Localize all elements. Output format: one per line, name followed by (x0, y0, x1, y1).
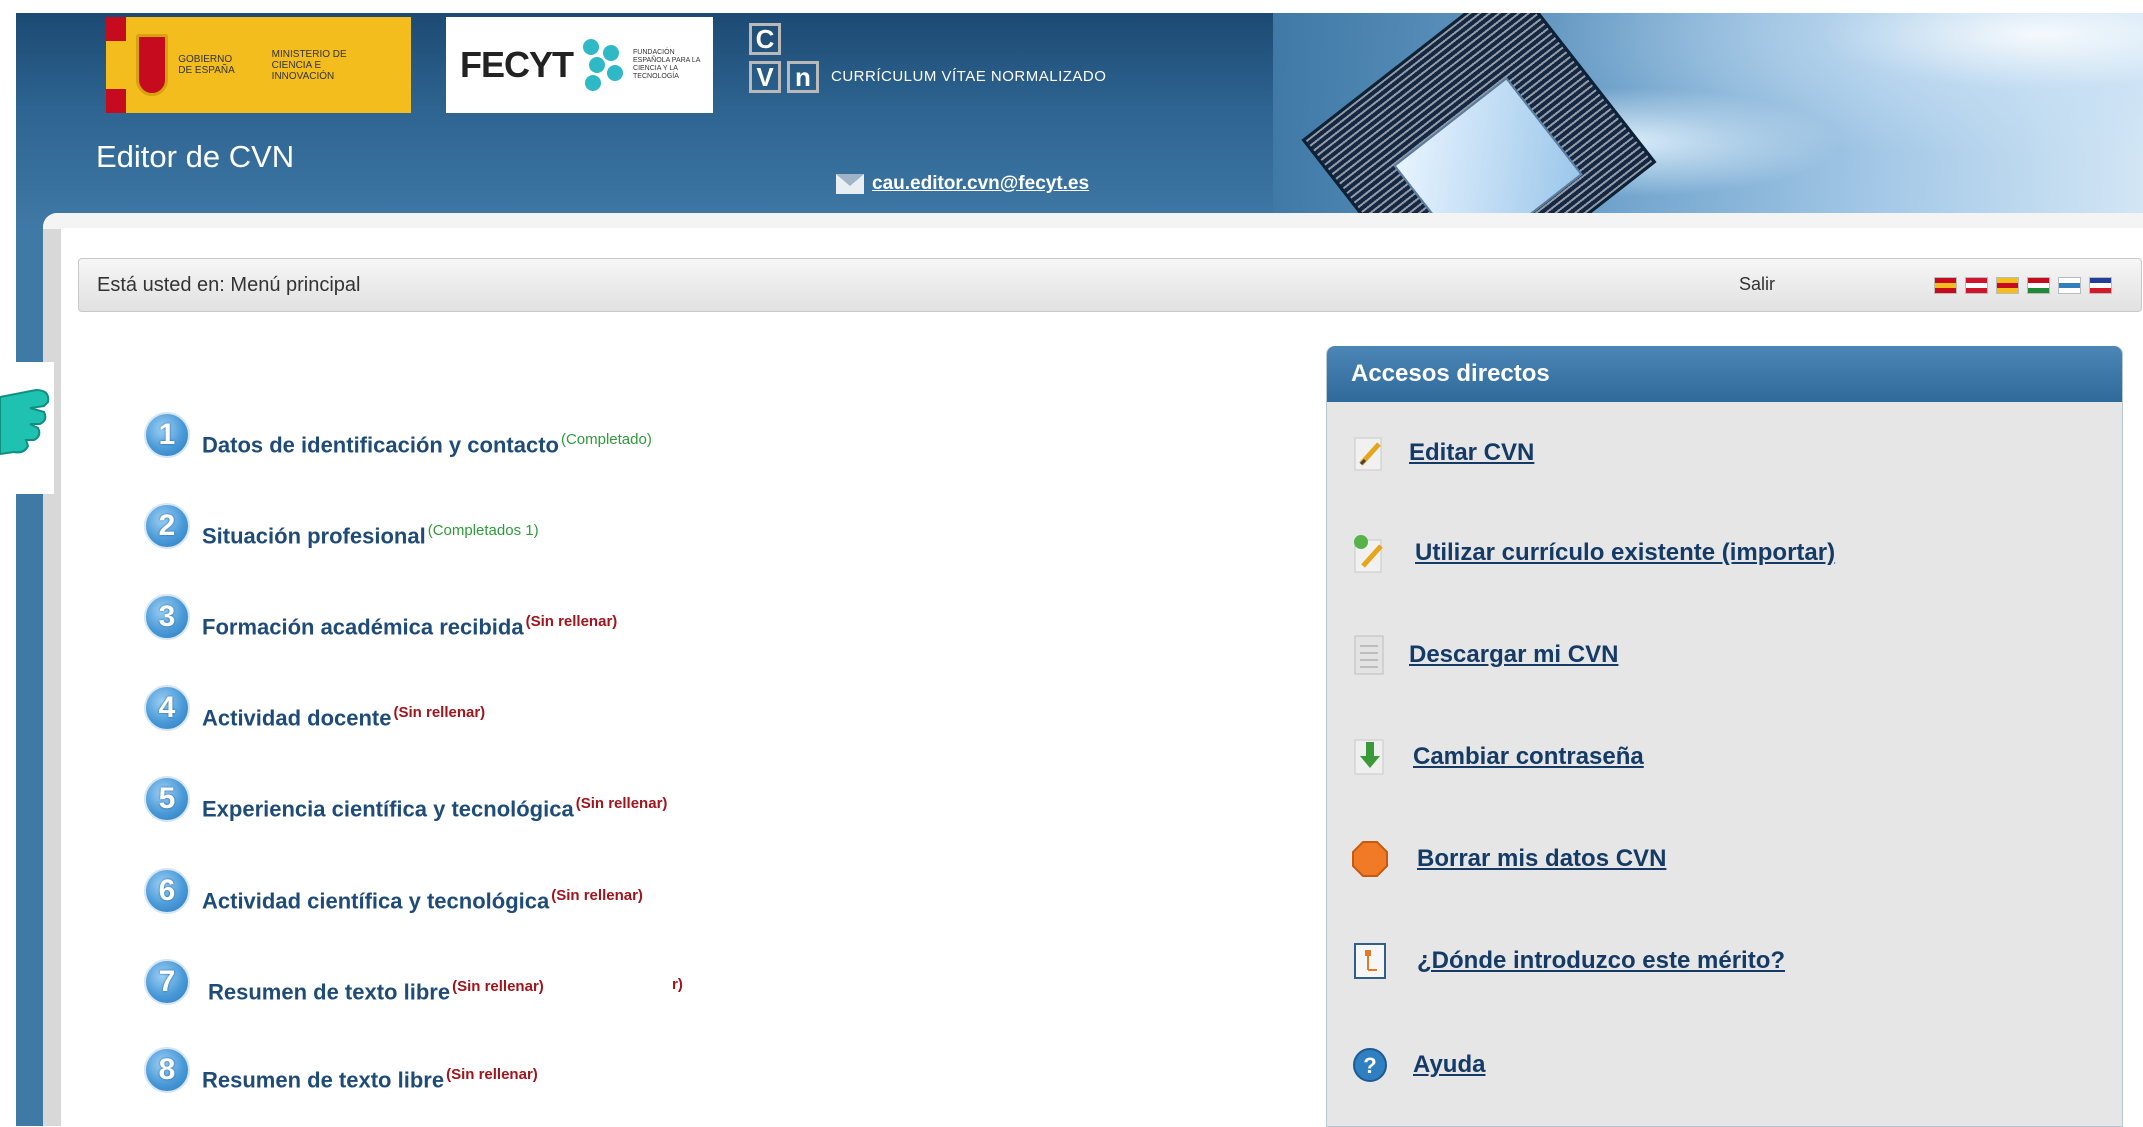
section-title[interactable]: Resumen de texto libre (208, 979, 450, 1004)
help-icon[interactable]: ? (1351, 1044, 1389, 1086)
section-title[interactable]: Actividad docente (202, 705, 391, 730)
shortcut-item[interactable]: Cambiar contraseña (1351, 736, 1644, 778)
svg-text:?: ? (1363, 1053, 1376, 1078)
shortcut-item[interactable]: ¿Dónde introduzco este mérito? (1351, 940, 1785, 982)
fecyt-wordmark: FECYT (460, 44, 574, 85)
section-label[interactable]: Resumen de texto libre (Sin rellenar) (202, 1066, 538, 1093)
shortcuts-panel: Accesos directos Editar CVN Utilizar curr… (1326, 346, 2123, 1127)
shortcut-item[interactable]: Descargar mi CVN (1351, 634, 1618, 676)
section-label[interactable]: Situación profesional (Completados 1) (202, 522, 539, 549)
es-flag-icon[interactable] (1934, 277, 1957, 294)
section-item-6[interactable]: 6 Actividad científica y tecnológica (Sin … (144, 868, 643, 914)
section-title[interactable]: Datos de identificación y contacto (202, 432, 559, 457)
government-logo: GOBIERNO DE ESPAÑA MINISTERIO DE CIENCIA… (106, 17, 411, 113)
shortcut-link[interactable]: Utilizar currículo existente (importar) (1415, 539, 1835, 567)
section-item-5[interactable]: 5 Experiencia científica y tecnológica (Si… (144, 776, 667, 822)
gl-flag-icon[interactable] (2058, 277, 2081, 294)
document-icon[interactable] (1351, 634, 1389, 676)
section-status-badge: (Sin rellenar) (393, 704, 486, 721)
breadcrumb-bar: Está usted en: Menú principal Salir (78, 258, 2142, 312)
shortcut-item[interactable]: Borrar mis datos CVN (1351, 838, 1666, 880)
section-label[interactable]: Actividad científica y tecnológica (Sin r… (202, 887, 643, 914)
section-item-2[interactable]: 2 Situación profesional (Completados 1) (144, 503, 539, 549)
shortcut-link[interactable]: Editar CVN (1409, 439, 1534, 467)
section-number-badge: 2 (144, 503, 190, 549)
section-title[interactable]: Formación académica recibida (202, 614, 524, 639)
section-status-badge: (Sin rellenar) (446, 1066, 538, 1083)
fecyt-subtitle: FUNDACIÓN ESPAÑOLA PARA LA CIENCIA Y LA … (633, 49, 701, 80)
spain-flag-stripe (106, 17, 126, 113)
section-number-badge: 3 (144, 594, 190, 640)
fecyt-dots-icon (579, 35, 627, 95)
download-arrow-icon[interactable] (1351, 736, 1389, 778)
cvn-letter-v: V (749, 61, 781, 93)
section-status-badge: (Sin rellenar) (452, 978, 544, 995)
content-rail (43, 213, 61, 1126)
cvn-letter-c: C (749, 23, 781, 55)
language-selector (1934, 277, 2112, 294)
breadcrumb: Está usted en: Menú principal (97, 274, 361, 296)
section-status-badge: (Completado) (560, 431, 652, 448)
section-title[interactable]: Resumen de texto libre (202, 1067, 444, 1092)
shortcut-link[interactable]: Cambiar contraseña (1413, 743, 1644, 771)
section-label[interactable]: Formación académica recibida (Sin rellena… (202, 613, 617, 640)
shortcut-item[interactable]: Editar CVN (1351, 432, 1534, 474)
section-title[interactable]: Actividad científica y tecnológica (202, 888, 549, 913)
section-item-8[interactable]: 8 Resumen de texto libre (Sin rellenar) (144, 1047, 538, 1093)
app-title: Editor de CVN (96, 139, 295, 174)
shortcut-item[interactable]: ? Ayuda (1351, 1044, 1485, 1086)
section-item-3[interactable]: 3 Formación académica recibida (Sin rellen… (144, 594, 617, 640)
section-number-badge: 8 (144, 1047, 190, 1093)
cvn-tagline: CURRÍCULUM VÍTAE NORMALIZADO (831, 68, 1107, 85)
fecyt-logo: FECYT FUNDACIÓN ESPAÑOLA PARA LA CIENCIA… (446, 17, 713, 113)
section-number-badge: 1 (144, 412, 190, 458)
shortcut-link[interactable]: ¿Dónde introduzco este mérito? (1417, 947, 1785, 975)
section-title[interactable]: Experiencia científica y tecnológica (202, 796, 574, 821)
gov-logo-text-2: MINISTERIO DE CIENCIA E INNOVACIÓN (271, 48, 347, 82)
shortcuts-title: Accesos directos (1327, 346, 2122, 402)
coat-of-arms-icon (135, 34, 169, 96)
content-top-edge (43, 213, 2143, 229)
section-status-badge: (Completados 1) (427, 522, 539, 539)
section-item-4[interactable]: 4 Actividad docente (Sin rellenar) (144, 685, 485, 731)
fr-flag-icon[interactable] (2089, 277, 2112, 294)
shortcut-link[interactable]: Descargar mi CVN (1409, 641, 1618, 669)
page-header: GOBIERNO DE ESPAÑA MINISTERIO DE CIENCIA… (16, 13, 2143, 228)
section-number-badge: 5 (144, 776, 190, 822)
section-label[interactable]: Actividad docente (Sin rellenar) (202, 704, 485, 731)
contact-email-link[interactable]: cau.editor.cvn@fecyt.es (872, 173, 1089, 195)
gov-logo-text-1: GOBIERNO DE ESPAÑA (178, 54, 235, 76)
ca-flag-icon[interactable] (1996, 277, 2019, 294)
section-status-badge: (Sin rellenar) (525, 613, 618, 630)
stray-status-fragment: r) (672, 976, 683, 993)
section-title[interactable]: Situación profesional (202, 523, 426, 548)
logout-link[interactable]: Salir (1739, 274, 1775, 295)
section-status-badge: (Sin rellenar) (551, 887, 643, 904)
cvn-logo: C V N CURRÍCULUM VÍTAE NORMALIZADO (749, 23, 1106, 93)
contact-email: cau.editor.cvn@fecyt.es (836, 173, 1089, 195)
section-label[interactable]: Experiencia científica y tecnológica (Sin… (202, 795, 667, 822)
section-label[interactable]: Datos de identificación y contacto (Compl… (202, 431, 652, 458)
section-item-1[interactable]: 1 Datos de identificación y contacto (Comp… (144, 412, 652, 458)
import-pencil-icon[interactable] (1351, 532, 1389, 574)
pencil-icon[interactable] (1351, 432, 1389, 474)
section-status-badge: (Sin rellenar) (575, 795, 668, 812)
uk-flag-icon[interactable] (1965, 277, 1988, 294)
envelope-icon (836, 174, 864, 194)
shortcut-link[interactable]: Ayuda (1413, 1051, 1485, 1079)
stop-octagon-icon[interactable] (1351, 838, 1389, 880)
shortcut-item[interactable]: Utilizar currículo existente (importar) (1351, 532, 1835, 574)
section-number-badge: 7 (144, 959, 190, 1005)
section-number-badge: 6 (144, 868, 190, 914)
tree-document-icon[interactable] (1351, 940, 1389, 982)
eu-flag-icon[interactable] (2027, 277, 2050, 294)
pointing-hand-icon (0, 362, 54, 494)
section-number-badge: 4 (144, 685, 190, 731)
section-item-7[interactable]: 7 Resumen de texto libre (Sin rellenar) (144, 959, 544, 1005)
shortcut-link[interactable]: Borrar mis datos CVN (1417, 845, 1666, 873)
section-label[interactable]: Resumen de texto libre (Sin rellenar) (208, 978, 544, 1005)
cvn-letter-n: N (787, 61, 819, 93)
